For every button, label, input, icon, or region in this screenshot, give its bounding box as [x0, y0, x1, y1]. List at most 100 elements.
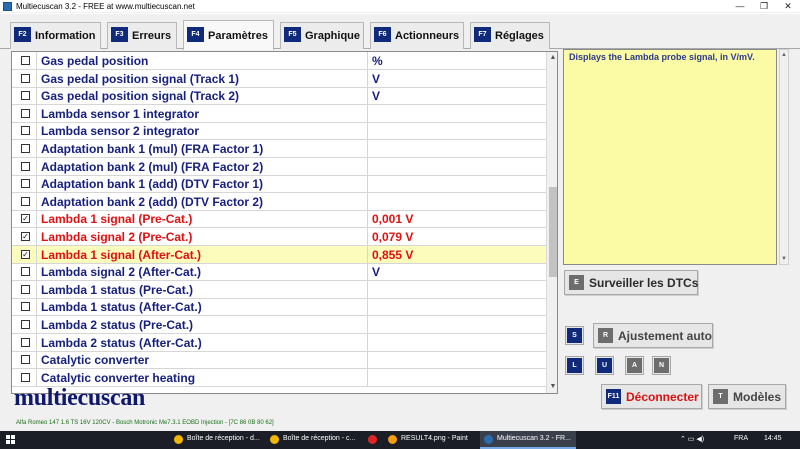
checkbox[interactable]	[21, 161, 30, 171]
taskbar: Boîte de réception - d... Boîte de récep…	[0, 431, 800, 449]
parameter-row[interactable]: Lambda 2 status (Pre-Cat.)	[12, 316, 546, 334]
taskbar-item-label: Boîte de réception - d...	[187, 435, 260, 442]
parameter-row[interactable]: Adaptation bank 1 (mul) (FRA Factor 1)	[12, 140, 546, 158]
clock[interactable]: 14:45	[764, 435, 782, 442]
scroll-thumb[interactable]	[549, 187, 557, 277]
taskbar-item-mail-2[interactable]: Boîte de réception - c...	[266, 431, 360, 449]
shortcut-key: R	[598, 328, 613, 343]
parameter-value: V	[372, 265, 381, 280]
parameter-row[interactable]: Adaptation bank 1 (add) (DTV Factor 1)	[12, 175, 546, 194]
tab-key: F5	[284, 27, 301, 42]
parameter-row[interactable]: Lambda sensor 2 integrator	[12, 122, 546, 141]
checkbox[interactable]	[21, 267, 30, 277]
shortcut-key: L	[567, 358, 582, 373]
taskbar-item-mail-1[interactable]: Boîte de réception - d...	[170, 431, 264, 449]
parameter-name: Lambda 1 status (Pre-Cat.)	[36, 280, 368, 299]
taskbar-item-opera[interactable]	[364, 431, 382, 449]
parameter-row[interactable]: Lambda 1 status (Pre-Cat.)	[12, 280, 546, 299]
parameter-row[interactable]: Lambda 2 status (After-Cat.)	[12, 333, 546, 352]
taskbar-item-label: RESULT4.png - Paint	[401, 435, 468, 442]
parameter-row[interactable]: Gas pedal position signal (Track 2) V	[12, 87, 546, 106]
parameter-name: Adaptation bank 1 (add) (DTV Factor 1)	[36, 175, 368, 194]
checkbox[interactable]	[21, 320, 30, 329]
auto-adjust-button[interactable]: R Ajustement auto	[593, 323, 713, 348]
shortcut-key: A	[627, 358, 642, 373]
parameter-list: Gas pedal position% Gas pedal position si…	[11, 51, 558, 394]
description-scrollbar[interactable]: ▲ ▼	[779, 49, 789, 265]
tab-label: Erreurs	[132, 30, 172, 42]
checkbox[interactable]	[21, 73, 30, 83]
parameter-name: Lambda 2 status (Pre-Cat.)	[36, 316, 368, 334]
parameter-description: Displays the Lambda probe signal, in V/m…	[563, 49, 777, 265]
tab-erreurs[interactable]: F3 Erreurs	[107, 22, 177, 49]
parameter-row[interactable]: ✓ Lambda 1 signal (After-Cat.) 0,855 V	[12, 245, 546, 264]
checkbox[interactable]	[21, 284, 30, 294]
scroll-up-icon[interactable]: ▲	[547, 52, 557, 64]
checkbox[interactable]	[21, 108, 30, 118]
checkbox[interactable]	[21, 144, 30, 153]
shortcut-key: S	[567, 328, 582, 343]
checkbox[interactable]	[21, 179, 30, 189]
checkbox[interactable]	[21, 56, 30, 65]
parameter-row[interactable]: Adaptation bank 2 (add) (DTV Factor 2)	[12, 192, 546, 211]
shortcut-key: E	[569, 275, 584, 290]
tab-graphique[interactable]: F5 Graphique	[280, 22, 364, 49]
parameter-row[interactable]: ✓ Lambda 1 signal (Pre-Cat.) 0,001 V	[12, 210, 546, 229]
a-button[interactable]: A	[625, 356, 644, 375]
tab-label: Réglages	[495, 30, 544, 42]
checkbox-checked[interactable]: ✓	[21, 232, 30, 241]
s-button[interactable]: S	[565, 326, 584, 345]
maximize-button[interactable]: ❐	[752, 0, 776, 13]
tab-information[interactable]: F2 Information	[10, 22, 101, 49]
l-button[interactable]: L	[565, 356, 584, 375]
list-scrollbar[interactable]: ▲ ▼	[546, 52, 557, 393]
monitor-dtcs-button[interactable]: E Surveiller les DTCs	[564, 270, 698, 295]
scroll-up-icon[interactable]: ▲	[780, 50, 788, 60]
tab-reglages[interactable]: F7 Réglages	[470, 22, 550, 49]
checkbox[interactable]	[21, 372, 30, 382]
close-button[interactable]: ✕	[776, 0, 800, 13]
disconnect-button[interactable]: F11 Déconnecter	[601, 384, 702, 409]
parameter-row[interactable]: Lambda sensor 1 integrator	[12, 104, 546, 123]
parameter-name: Gas pedal position signal (Track 1)	[36, 69, 368, 88]
windows-start-icon[interactable]	[6, 435, 16, 445]
tab-label: Graphique	[305, 30, 361, 42]
tab-key: F2	[14, 27, 31, 42]
button-label: Modèles	[733, 390, 782, 404]
models-button[interactable]: T Modèles	[708, 384, 786, 409]
minimize-button[interactable]: —	[728, 0, 752, 13]
tab-parametres[interactable]: F4 Paramètres	[183, 20, 274, 50]
checkbox[interactable]	[21, 196, 30, 206]
parameter-row[interactable]: Lambda signal 2 (After-Cat.) V	[12, 263, 546, 282]
scroll-down-icon[interactable]: ▼	[780, 254, 788, 264]
button-label: Ajustement auto	[618, 329, 713, 343]
parameter-row[interactable]: Catalytic converter	[12, 351, 546, 370]
u-button[interactable]: U	[595, 356, 614, 375]
shortcut-key: N	[654, 358, 669, 373]
taskbar-item-paint[interactable]: RESULT4.png - Paint	[384, 431, 478, 449]
n-button[interactable]: N	[652, 356, 671, 375]
parameter-row[interactable]: ✓ Lambda signal 2 (Pre-Cat.) 0,079 V	[12, 228, 546, 246]
tab-label: Paramètres	[208, 30, 268, 42]
taskbar-item-label: Multiecuscan 3.2 - FR...	[497, 435, 571, 442]
language-indicator[interactable]: FRA	[734, 435, 748, 442]
tab-actionneurs[interactable]: F6 Actionneurs	[370, 22, 464, 49]
scroll-down-icon[interactable]: ▼	[547, 381, 557, 393]
parameter-row[interactable]: Gas pedal position%	[12, 52, 546, 70]
checkbox-checked[interactable]: ✓	[21, 249, 30, 259]
parameter-value: V	[372, 89, 381, 104]
checkbox[interactable]	[21, 302, 30, 312]
checkbox[interactable]	[21, 355, 30, 365]
system-tray-icons[interactable]: ⌃ ▭ ◀)	[680, 435, 704, 443]
parameter-row[interactable]: Gas pedal position signal (Track 1) V	[12, 69, 546, 88]
checkbox[interactable]	[21, 91, 30, 101]
checkbox-checked[interactable]: ✓	[21, 214, 30, 224]
multiecuscan-logo: multiecuscan	[14, 385, 146, 411]
tab-bar: F2 Information F3 Erreurs F4 Paramètres …	[0, 19, 800, 50]
checkbox[interactable]	[21, 126, 30, 136]
checkbox[interactable]	[21, 337, 30, 347]
parameter-row[interactable]: Adaptation bank 2 (mul) (FRA Factor 2)	[12, 157, 546, 176]
parameter-row[interactable]: Lambda 1 status (After-Cat.)	[12, 298, 546, 317]
taskbar-item-multiecuscan[interactable]: Multiecuscan 3.2 - FR...	[480, 431, 576, 449]
parameter-value: 0,079 V	[372, 230, 414, 244]
